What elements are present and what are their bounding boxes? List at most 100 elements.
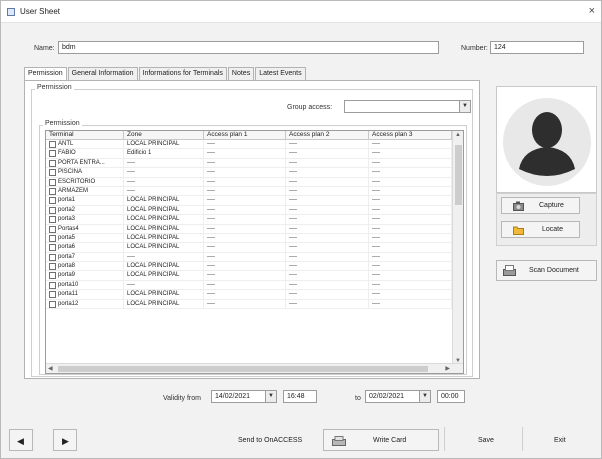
- next-record-button[interactable]: ▶: [53, 429, 77, 451]
- calendar-dropdown-icon[interactable]: ▼: [265, 391, 276, 402]
- column-access-plan-1[interactable]: Access plan 1: [204, 131, 286, 140]
- cell-access-plan-3: ----: [369, 186, 452, 197]
- table-row[interactable]: porta11 LOCAL PRINCIPAL ---- ---- ----: [46, 290, 452, 300]
- chevron-down-icon[interactable]: ▼: [459, 101, 470, 112]
- validity-to-date[interactable]: 02/02/2021 ▼: [365, 390, 431, 403]
- terminal-checkbox[interactable]: [49, 272, 56, 280]
- capture-label: Capture: [539, 202, 564, 209]
- terminal-checkbox[interactable]: [49, 234, 56, 242]
- terminal-checkbox[interactable]: [49, 178, 56, 186]
- cell-terminal: porta8: [46, 262, 124, 272]
- terminal-checkbox[interactable]: [49, 141, 56, 148]
- scan-document-button[interactable]: Scan Document: [496, 260, 597, 281]
- column-zone[interactable]: Zone: [124, 131, 204, 140]
- terminal-checkbox[interactable]: [49, 300, 56, 308]
- terminal-checkbox[interactable]: [49, 187, 56, 195]
- name-label: Name:: [34, 45, 55, 52]
- table-row[interactable]: porta8 LOCAL PRINCIPAL ---- ---- ----: [46, 262, 452, 272]
- terminal-name: Portas4: [58, 225, 79, 232]
- cell-terminal: porta6: [46, 243, 124, 253]
- table-row[interactable]: porta10 ---- ---- ---- ----: [46, 280, 452, 291]
- terminal-checkbox[interactable]: [49, 253, 56, 261]
- user-photo: [496, 86, 597, 193]
- tab-latest-events[interactable]: Latest Events: [255, 67, 306, 80]
- tab-permission[interactable]: Permission: [24, 67, 67, 81]
- cell-access-plan-2: ----: [286, 168, 369, 178]
- table-row[interactable]: porta1 LOCAL PRINCIPAL ---- ---- ----: [46, 196, 452, 206]
- table-row[interactable]: porta5 LOCAL PRINCIPAL ---- ---- ----: [46, 233, 452, 244]
- terminal-checkbox[interactable]: [49, 197, 56, 205]
- tab-notes[interactable]: Notes: [227, 67, 255, 80]
- column-access-plan-2[interactable]: Access plan 2: [286, 131, 369, 140]
- terminal-checkbox[interactable]: [49, 159, 56, 167]
- cell-zone: LOCAL PRINCIPAL: [124, 271, 204, 281]
- scroll-right-icon[interactable]: ▶: [445, 365, 450, 372]
- validity-from-date[interactable]: 14/02/2021 ▼: [211, 390, 277, 403]
- cell-access-plan-3: ----: [369, 224, 452, 234]
- number-field[interactable]: 124: [490, 41, 584, 54]
- cell-zone: LOCAL PRINCIPAL: [124, 243, 204, 253]
- terminal-checkbox[interactable]: [49, 206, 56, 214]
- terminal-name: PORTA ENTRA...: [58, 159, 105, 166]
- terminal-checkbox[interactable]: [49, 281, 56, 289]
- terminal-name: PISCINA: [58, 169, 83, 176]
- number-label: Number:: [461, 45, 488, 52]
- capture-button[interactable]: Capture: [501, 197, 580, 214]
- terminal-checkbox[interactable]: [49, 216, 56, 224]
- cell-access-plan-3: ----: [369, 290, 452, 300]
- previous-record-button[interactable]: ◀: [9, 429, 33, 451]
- terminal-checkbox[interactable]: [49, 150, 56, 158]
- table-row[interactable]: PISCINA ---- ---- ---- ----: [46, 168, 452, 178]
- write-card-button[interactable]: Write Card: [323, 429, 439, 451]
- cell-zone: LOCAL PRINCIPAL: [124, 196, 204, 206]
- terminal-checkbox[interactable]: [49, 169, 56, 177]
- terminal-checkbox[interactable]: [49, 225, 56, 233]
- validity-to-time[interactable]: 00:00: [437, 390, 465, 403]
- locate-button[interactable]: Locate: [501, 221, 580, 238]
- close-button[interactable]: ×: [589, 5, 595, 17]
- table-row[interactable]: ANTL LOCAL PRINCIPAL ---- ---- ----: [46, 140, 452, 150]
- horizontal-scroll-thumb[interactable]: [58, 366, 428, 372]
- group-access-select[interactable]: ▼: [344, 100, 471, 113]
- terminal-checkbox[interactable]: [49, 263, 56, 271]
- table-row[interactable]: porta2 LOCAL PRINCIPAL ---- ---- ----: [46, 205, 452, 216]
- table-row[interactable]: porta12 LOCAL PRINCIPAL ---- ---- ----: [46, 299, 452, 310]
- send-to-onaccess-button[interactable]: Send to OnACCESS: [215, 429, 320, 451]
- cell-zone: ----: [124, 168, 204, 178]
- table-row[interactable]: FABIO Edificio 1 ---- ---- ----: [46, 149, 452, 159]
- cell-access-plan-3: ----: [369, 205, 452, 216]
- vertical-scrollbar[interactable]: ▲ ▼: [452, 131, 463, 365]
- cell-access-plan-3: ----: [369, 140, 452, 150]
- cell-access-plan-2: ----: [286, 196, 369, 206]
- validity-to-label: to: [355, 395, 361, 402]
- cell-terminal: porta2: [46, 205, 124, 216]
- calendar-dropdown-icon[interactable]: ▼: [419, 391, 430, 402]
- terminal-checkbox[interactable]: [49, 291, 56, 299]
- save-button[interactable]: Save: [448, 429, 522, 451]
- table-row[interactable]: ARMAZEM ---- ---- ---- ----: [46, 186, 452, 197]
- table-row[interactable]: PORTA ENTRA... ---- ---- ---- ----: [46, 158, 452, 169]
- scroll-up-icon[interactable]: ▲: [455, 132, 461, 138]
- table-row[interactable]: ESCRITORIO ---- ---- ---- ----: [46, 177, 452, 187]
- cell-access-plan-1: ----: [204, 271, 286, 281]
- validity-from-time[interactable]: 16:48: [283, 390, 317, 403]
- table-row[interactable]: Portas4 LOCAL PRINCIPAL ---- ---- ----: [46, 224, 452, 234]
- table-row[interactable]: porta3 LOCAL PRINCIPAL ---- ---- ----: [46, 215, 452, 225]
- column-terminal[interactable]: Terminal: [46, 131, 124, 140]
- terminal-checkbox[interactable]: [49, 244, 56, 252]
- cell-access-plan-3: ----: [369, 271, 452, 281]
- table-row[interactable]: porta7 ---- ---- ---- ----: [46, 252, 452, 263]
- name-field[interactable]: bdm: [58, 41, 439, 54]
- table-row[interactable]: porta6 LOCAL PRINCIPAL ---- ---- ----: [46, 243, 452, 253]
- toolbar-separator: [522, 427, 523, 451]
- horizontal-scrollbar[interactable]: ◀ ▶: [46, 363, 463, 373]
- tab-general-information[interactable]: General Information: [67, 67, 138, 80]
- tab-informations-for-terminals[interactable]: Informations for Terminals: [138, 67, 227, 80]
- column-access-plan-3[interactable]: Access plan 3: [369, 131, 452, 140]
- cell-access-plan-2: ----: [286, 233, 369, 244]
- title-bar: User Sheet ×: [1, 1, 601, 23]
- table-row[interactable]: porta9 LOCAL PRINCIPAL ---- ---- ----: [46, 271, 452, 281]
- vertical-scroll-thumb[interactable]: [455, 145, 462, 205]
- exit-button[interactable]: Exit: [525, 429, 595, 451]
- scroll-left-icon[interactable]: ◀: [48, 365, 53, 372]
